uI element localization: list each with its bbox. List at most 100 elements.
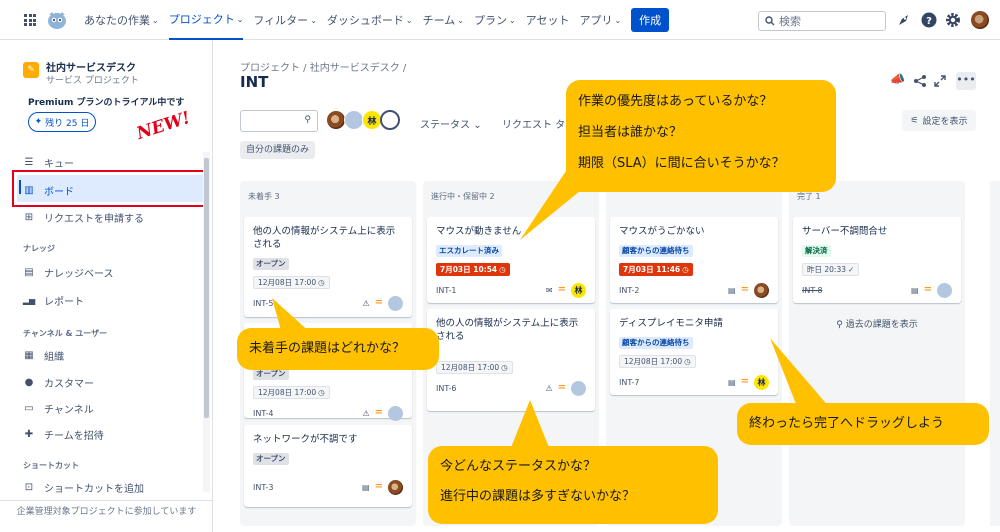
sidebar-item-queues[interactable]: ☰ キュー	[23, 155, 74, 170]
issue-type-icon: ▤	[911, 285, 919, 295]
issue-type-icon: ⚠	[362, 298, 370, 308]
chevron-down-icon: ⌄	[473, 120, 482, 131]
assignee-avatar: 林	[754, 374, 769, 390]
sla-time: 12月08日 17:00	[624, 357, 683, 366]
nav-apps-label: アプリ	[579, 14, 613, 27]
fullscreen-icon[interactable]	[933, 74, 947, 88]
issue-type-icon: ⚠	[545, 383, 553, 393]
nav-teams-label: チーム	[422, 14, 456, 27]
help-icon[interactable]: ?	[920, 11, 938, 29]
card-footer: INT-4 ⚠ =	[253, 405, 403, 421]
status-filter[interactable]: ステータス ⌄	[420, 116, 482, 131]
search-icon: ⚲	[836, 320, 843, 330]
clock-icon: ◷	[501, 363, 508, 372]
assignee-avatar	[937, 282, 952, 298]
board-scrollbar[interactable]	[990, 181, 1000, 526]
issue-summary: ネットワークが不調です	[253, 434, 358, 445]
sla-badge-overdue: 7月03日 11:46 ◷	[619, 263, 693, 276]
product-logo-icon[interactable]	[46, 10, 68, 30]
scrollbar-thumb[interactable]	[204, 158, 209, 418]
sla-badge: 12月08日 17:00 ◷	[253, 386, 330, 399]
issue-key[interactable]: INT-2	[619, 286, 639, 295]
share-icon[interactable]	[913, 74, 927, 88]
trial-days-button[interactable]: ✦ 残り 25 日	[28, 112, 96, 132]
sidebar-item-label: ショートカットを追加	[44, 484, 144, 495]
assignee-avatar[interactable]: 林	[362, 110, 382, 130]
my-issues-toggle[interactable]: 自分の課題のみ	[240, 141, 316, 159]
sidebar-item-invite-team[interactable]: ✚ チームを招待	[23, 427, 104, 442]
breadcrumb[interactable]: プロジェクト / 社内サービスデスク /	[240, 59, 406, 74]
check-icon: ✓	[848, 265, 855, 274]
issue-key[interactable]: INT-7	[619, 378, 639, 387]
issue-card[interactable]: サーバー不調問合せ 解決済 昨日 20:33 ✓ INT-8 ▤ =	[793, 217, 961, 303]
issue-key[interactable]: INT-8	[802, 286, 822, 295]
nav-plans-label: プラン	[473, 14, 507, 27]
profile-avatar[interactable]	[971, 11, 989, 29]
status-lozenge: オープン	[253, 453, 289, 465]
project-name[interactable]: 社内サービスデスク	[46, 59, 136, 74]
assignee-avatar[interactable]	[344, 110, 364, 130]
header-actions: 📣	[890, 72, 905, 86]
sidebar-item-customers[interactable]: ● カスタマー	[23, 375, 94, 390]
nav-dashboards[interactable]: ダッシュボード ⌄	[327, 0, 413, 40]
assignee-avatar	[388, 479, 403, 495]
create-button[interactable]: 作成	[631, 8, 670, 32]
nav-plans[interactable]: プラン ⌄	[474, 0, 516, 40]
more-actions-button[interactable]: •••	[956, 72, 976, 90]
nav-teams[interactable]: チーム ⌄	[423, 0, 464, 40]
issue-card[interactable]: ディスプレイモニタ申請 顧客からの連絡待ち 12月08日 17:00 ◷ INT-…	[610, 309, 778, 395]
nav-filters[interactable]: フィルター ⌄	[253, 0, 316, 40]
premium-trial-text: Premium プランのトライアル中です	[28, 98, 185, 108]
issue-type-icon: ▤	[362, 482, 370, 492]
svg-text:?: ?	[926, 16, 932, 27]
priority-medium-icon: =	[374, 481, 383, 492]
status-lozenge: 解決済	[802, 245, 831, 257]
sidebar-item-label: リクエストを申請する	[44, 214, 144, 225]
app-switcher-icon[interactable]	[24, 14, 36, 26]
issue-key[interactable]: INT-6	[436, 384, 456, 393]
settings-gear-icon[interactable]	[944, 11, 962, 29]
sidebar-item-board[interactable]: ▥ ボード	[23, 183, 74, 198]
sla-time: 7月03日 10:54	[440, 265, 498, 274]
notifications-rocket-icon[interactable]	[895, 11, 913, 29]
request-type-filter[interactable]: リクエスト タイ	[502, 116, 575, 131]
search-input[interactable]: 検索	[758, 11, 886, 31]
sidebar-item-add-shortcut[interactable]: ⊡ ショートカットを追加	[23, 480, 144, 495]
issue-card[interactable]: ネットワークが不調です オープン INT-3 ▤ =	[244, 425, 412, 507]
view-settings-button[interactable]: ⚟ 設定を表示	[902, 110, 976, 131]
unassigned-avatar[interactable]	[380, 110, 400, 130]
feedback-megaphone-icon[interactable]: 📣	[890, 72, 905, 86]
show-past-issues-label: 過去の課題を表示	[845, 320, 918, 330]
issue-card[interactable]: 他の人の情報がシステム上に表示される 12月08日 17:00 ◷ INT-6 ⚠ =	[427, 309, 595, 411]
nav-assets[interactable]: アセット	[526, 0, 570, 40]
project-type: サービス プロジェクト	[46, 76, 139, 86]
nav-apps[interactable]: アプリ ⌄	[579, 0, 621, 40]
sidebar-item-knowledge-base[interactable]: ▤ ナレッジベース	[23, 265, 113, 280]
sidebar-item-label: レポート	[44, 297, 84, 308]
issue-type-icon: ▤	[728, 377, 736, 387]
sidebar-item-channels[interactable]: ▭ チャンネル	[23, 401, 93, 416]
sidebar-item-organizations[interactable]: ▦ 組織	[23, 348, 64, 363]
clock-icon: ◷	[318, 278, 325, 287]
issue-key[interactable]: INT-3	[253, 483, 273, 492]
nav-your-work[interactable]: あなたの作業 ⌄	[84, 0, 159, 40]
board-search-input[interactable]: ⚲	[240, 110, 318, 132]
nav-projects[interactable]: プロジェクト ⌄	[168, 0, 244, 40]
sidebar-item-raise-request[interactable]: ⊞ リクエストを申請する	[23, 210, 144, 225]
knowledge-base-icon: ▤	[24, 267, 34, 278]
sidebar-item-reports[interactable]: ▂▅ レポート	[23, 293, 84, 308]
clock-icon: ◷	[684, 357, 691, 366]
card-footer: INT-6 ⚠ =	[436, 380, 586, 396]
status-lozenge: オープン	[253, 258, 289, 270]
request-icon: ⊞	[24, 212, 34, 223]
issue-key[interactable]: INT-1	[436, 286, 456, 295]
column-header: 進行中・保留中 2	[431, 192, 495, 201]
callout-line: 作業の優先度はあっているかな？	[578, 94, 773, 109]
show-past-issues-link[interactable]: ⚲ 過去の課題を表示	[789, 317, 965, 330]
sla-time: 12月08日 17:00	[258, 388, 317, 397]
sidebar-scrollbar[interactable]	[203, 152, 210, 492]
issue-key[interactable]: INT-4	[253, 409, 273, 418]
board-icon: ▥	[24, 185, 34, 196]
assignee-avatar[interactable]	[326, 110, 346, 130]
chevron-down-icon: ⌄	[152, 15, 159, 25]
